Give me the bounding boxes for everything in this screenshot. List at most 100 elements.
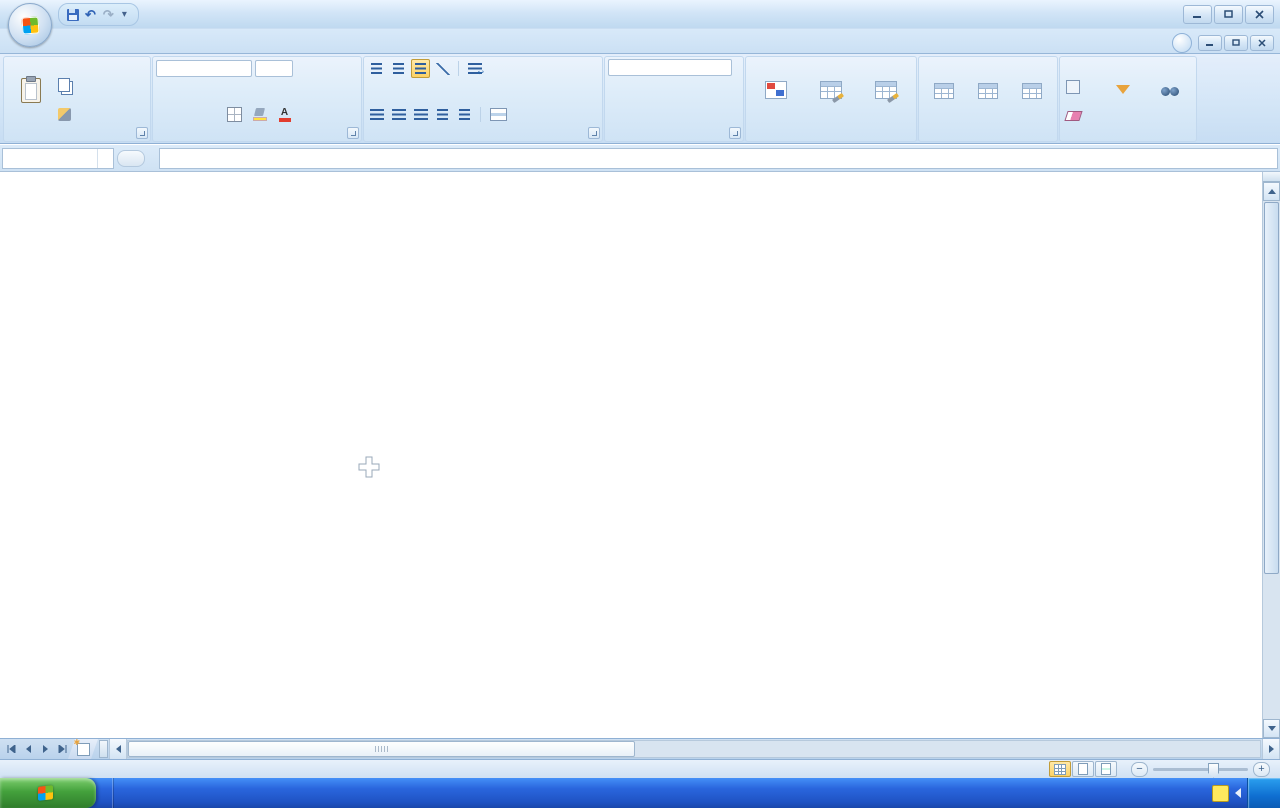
- workbook-minimize-button[interactable]: [1198, 35, 1222, 51]
- grid-viewport[interactable]: [0, 172, 1263, 738]
- customize-qat-button[interactable]: ▾: [119, 9, 130, 20]
- align-right-button[interactable]: [411, 105, 430, 124]
- increase-indent-button[interactable]: [455, 105, 474, 124]
- split-handle[interactable]: [1263, 172, 1280, 182]
- cell-styles-button[interactable]: [858, 59, 913, 124]
- font-size-combo[interactable]: [255, 60, 293, 77]
- first-sheet-button[interactable]: [3, 742, 19, 757]
- zoom-out-button[interactable]: −: [1131, 762, 1148, 777]
- grow-font-button[interactable]: [296, 59, 315, 78]
- help-icon[interactable]: [1172, 33, 1192, 53]
- insert-cells-button[interactable]: [923, 59, 965, 124]
- sort-filter-button[interactable]: [1099, 59, 1145, 124]
- conditional-formatting-button[interactable]: [749, 59, 804, 124]
- font-color-button[interactable]: A: [275, 105, 294, 124]
- clear-button[interactable]: [1063, 110, 1099, 122]
- shrink-font-button[interactable]: [318, 59, 337, 78]
- zoom-in-button[interactable]: +: [1253, 762, 1270, 777]
- start-button[interactable]: [0, 778, 96, 808]
- fill-button[interactable]: [1063, 79, 1099, 95]
- formula-input[interactable]: [159, 148, 1278, 169]
- percent-style-button[interactable]: [630, 105, 649, 124]
- restore-button[interactable]: [1214, 5, 1243, 24]
- horizontal-scrollbar[interactable]: [127, 740, 1261, 758]
- font-family-combo[interactable]: [156, 60, 252, 77]
- merge-center-icon: [490, 108, 507, 121]
- paste-button[interactable]: [7, 59, 55, 124]
- next-sheet-button[interactable]: [37, 742, 53, 757]
- fill-color-button[interactable]: [250, 105, 269, 124]
- cut-button[interactable]: [55, 61, 80, 63]
- accounting-format-button[interactable]: [608, 105, 627, 124]
- find-select-button[interactable]: [1147, 59, 1193, 124]
- copy-icon: [58, 78, 70, 92]
- office-button[interactable]: [8, 3, 52, 47]
- dialog-launcher-icon[interactable]: [729, 127, 741, 139]
- center-button[interactable]: [389, 105, 408, 124]
- save-button[interactable]: [65, 8, 81, 22]
- horizontal-scroll-thumb[interactable]: [128, 741, 635, 757]
- autosum-button[interactable]: [1063, 61, 1099, 63]
- windows-flag-icon: [38, 785, 53, 801]
- ribbon-group-font: A: [152, 56, 362, 142]
- tab-split-handle[interactable]: [99, 740, 108, 758]
- hide-icons-arrow[interactable]: [1235, 788, 1241, 798]
- vertical-scrollbar[interactable]: [1262, 172, 1280, 738]
- workbook-close-button[interactable]: [1250, 35, 1274, 51]
- borders-button[interactable]: [225, 105, 244, 124]
- bottom-align-button[interactable]: [411, 59, 430, 78]
- delete-cells-button[interactable]: [967, 59, 1009, 124]
- bold-button[interactable]: [156, 105, 175, 124]
- format-as-table-button[interactable]: [804, 59, 859, 124]
- normal-view-button[interactable]: [1049, 761, 1071, 777]
- merge-center-button[interactable]: [487, 107, 518, 122]
- align-left-button[interactable]: [367, 105, 386, 124]
- orientation-button[interactable]: [433, 59, 452, 78]
- decrease-indent-icon: [437, 109, 448, 120]
- scroll-down-button[interactable]: [1263, 719, 1280, 738]
- status-bar: − +: [0, 759, 1280, 778]
- page-layout-view-button[interactable]: [1072, 761, 1094, 777]
- format-painter-icon: [58, 108, 71, 121]
- ribbon-group-clipboard: [3, 56, 151, 142]
- format-painter-button[interactable]: [55, 107, 80, 122]
- minimize-button[interactable]: [1183, 5, 1212, 24]
- last-sheet-button[interactable]: [54, 742, 70, 757]
- vertical-scroll-thumb[interactable]: [1264, 202, 1279, 574]
- hscroll-left-button[interactable]: [109, 739, 127, 759]
- undo-button[interactable]: ↶: [83, 6, 99, 24]
- increase-decimal-button[interactable]: [674, 114, 680, 116]
- underline-button[interactable]: [200, 105, 219, 124]
- title-bar: ↶ ↷ ▾: [0, 0, 1280, 29]
- number-format-combo[interactable]: [608, 59, 732, 76]
- chevron-down-icon[interactable]: [97, 149, 113, 168]
- workbook-window-controls: [1172, 33, 1274, 53]
- decrease-decimal-button[interactable]: [683, 114, 689, 116]
- wrap-text-button[interactable]: [465, 62, 489, 75]
- close-button[interactable]: [1245, 5, 1274, 24]
- middle-align-button[interactable]: [389, 59, 408, 78]
- dialog-launcher-icon[interactable]: [347, 127, 359, 139]
- scroll-up-button[interactable]: [1263, 182, 1280, 201]
- page-break-view-button[interactable]: [1095, 761, 1117, 777]
- hscroll-right-button[interactable]: [1262, 739, 1280, 759]
- top-align-button[interactable]: [367, 59, 386, 78]
- format-cells-button[interactable]: [1011, 59, 1053, 124]
- help-tray-icon[interactable]: [1212, 785, 1229, 802]
- binoculars-icon: [1161, 84, 1179, 96]
- comma-style-button[interactable]: [652, 105, 671, 124]
- zoom-thumb[interactable]: [1208, 763, 1219, 778]
- decrease-indent-button[interactable]: [433, 105, 452, 124]
- dialog-launcher-icon[interactable]: [588, 127, 600, 139]
- prev-sheet-button[interactable]: [20, 742, 36, 757]
- increase-indent-icon: [459, 109, 470, 120]
- ribbon-group-styles: [745, 56, 917, 142]
- italic-button[interactable]: [178, 105, 197, 124]
- redo-button[interactable]: ↷: [101, 6, 117, 24]
- zoom-track[interactable]: [1153, 768, 1248, 771]
- workbook-restore-button[interactable]: [1224, 35, 1248, 51]
- copy-button[interactable]: [55, 77, 80, 93]
- name-box[interactable]: [2, 148, 114, 169]
- dialog-launcher-icon[interactable]: [136, 127, 148, 139]
- sort-filter-icon: [1115, 85, 1130, 94]
